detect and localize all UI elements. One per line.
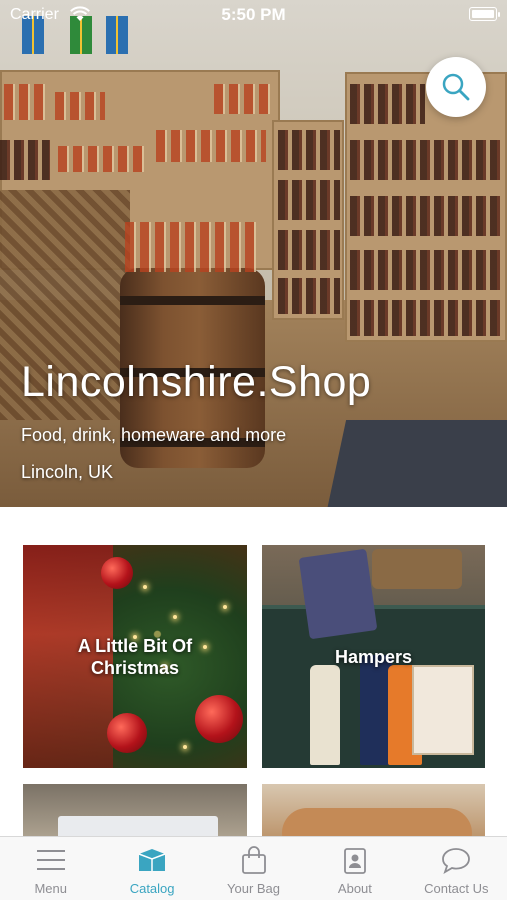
shelf-bottles xyxy=(278,180,340,220)
tab-label: Your Bag xyxy=(227,881,281,896)
chat-icon xyxy=(442,848,471,874)
category-tile-partial[interactable] xyxy=(262,784,485,844)
shelf-bottles xyxy=(278,278,340,314)
shelf-jars xyxy=(55,92,105,120)
store-tagline: Food, drink, homeware and more xyxy=(21,425,287,445)
shelf-bottles xyxy=(350,300,500,336)
ornament-decoration xyxy=(195,695,243,743)
shelf-bottles xyxy=(278,130,340,170)
menu-icon xyxy=(36,850,65,870)
search-icon xyxy=(442,73,470,101)
tab-label: About xyxy=(337,881,372,896)
status-bar: Carrier 5:50 PM xyxy=(0,0,507,30)
tab-contact-us[interactable]: Contact Us xyxy=(406,837,507,900)
floor-rug xyxy=(325,420,507,507)
category-label: Hampers xyxy=(334,646,413,667)
category-tile-partial[interactable] xyxy=(23,784,247,844)
tab-your-bag[interactable]: Your Bag xyxy=(203,837,304,900)
barrel-goods xyxy=(125,222,260,272)
crisps-packet xyxy=(298,548,378,640)
store-location: Lincoln, UK xyxy=(21,462,114,482)
gift-box xyxy=(412,665,474,755)
category-tile-christmas[interactable]: A Little Bit Of Christmas xyxy=(23,545,247,768)
shelf-bottles xyxy=(0,140,50,180)
shelf-jars xyxy=(156,130,266,162)
shelf-bottles xyxy=(278,230,340,270)
shelf-bottles xyxy=(350,250,500,290)
about-icon xyxy=(344,848,366,874)
status-time: 5:50 PM xyxy=(221,5,286,24)
shelf-jars xyxy=(4,84,49,120)
catalog-icon xyxy=(138,849,166,871)
tab-about[interactable]: About xyxy=(304,837,405,900)
ornament-decoration xyxy=(107,713,147,753)
shelf-bottles xyxy=(350,84,425,124)
tab-menu[interactable]: Menu xyxy=(0,837,101,900)
category-label: A Little Bit Of Christmas xyxy=(77,635,193,678)
battery-icon xyxy=(469,7,500,21)
search-button[interactable] xyxy=(426,57,486,117)
hero-banner: Carrier 5:50 PM Lincolnshire.Shop Food, … xyxy=(0,0,507,507)
shelf-jars xyxy=(214,84,272,114)
store-title: Lincolnshire.Shop xyxy=(21,358,372,406)
category-tile-hampers[interactable]: Hampers xyxy=(262,545,485,768)
tab-bar: Menu Catalog Your Bag About Contact Us xyxy=(0,836,507,900)
shelf-bottles xyxy=(350,140,500,180)
shelf-bottles xyxy=(350,196,500,236)
shelf-jars xyxy=(58,146,148,172)
bag-icon xyxy=(241,846,266,874)
tab-catalog[interactable]: Catalog xyxy=(101,837,202,900)
tab-label: Contact Us xyxy=(424,881,489,896)
ornament-decoration xyxy=(101,557,133,589)
tab-label: Catalog xyxy=(129,881,175,896)
tab-label: Menu xyxy=(34,881,67,896)
